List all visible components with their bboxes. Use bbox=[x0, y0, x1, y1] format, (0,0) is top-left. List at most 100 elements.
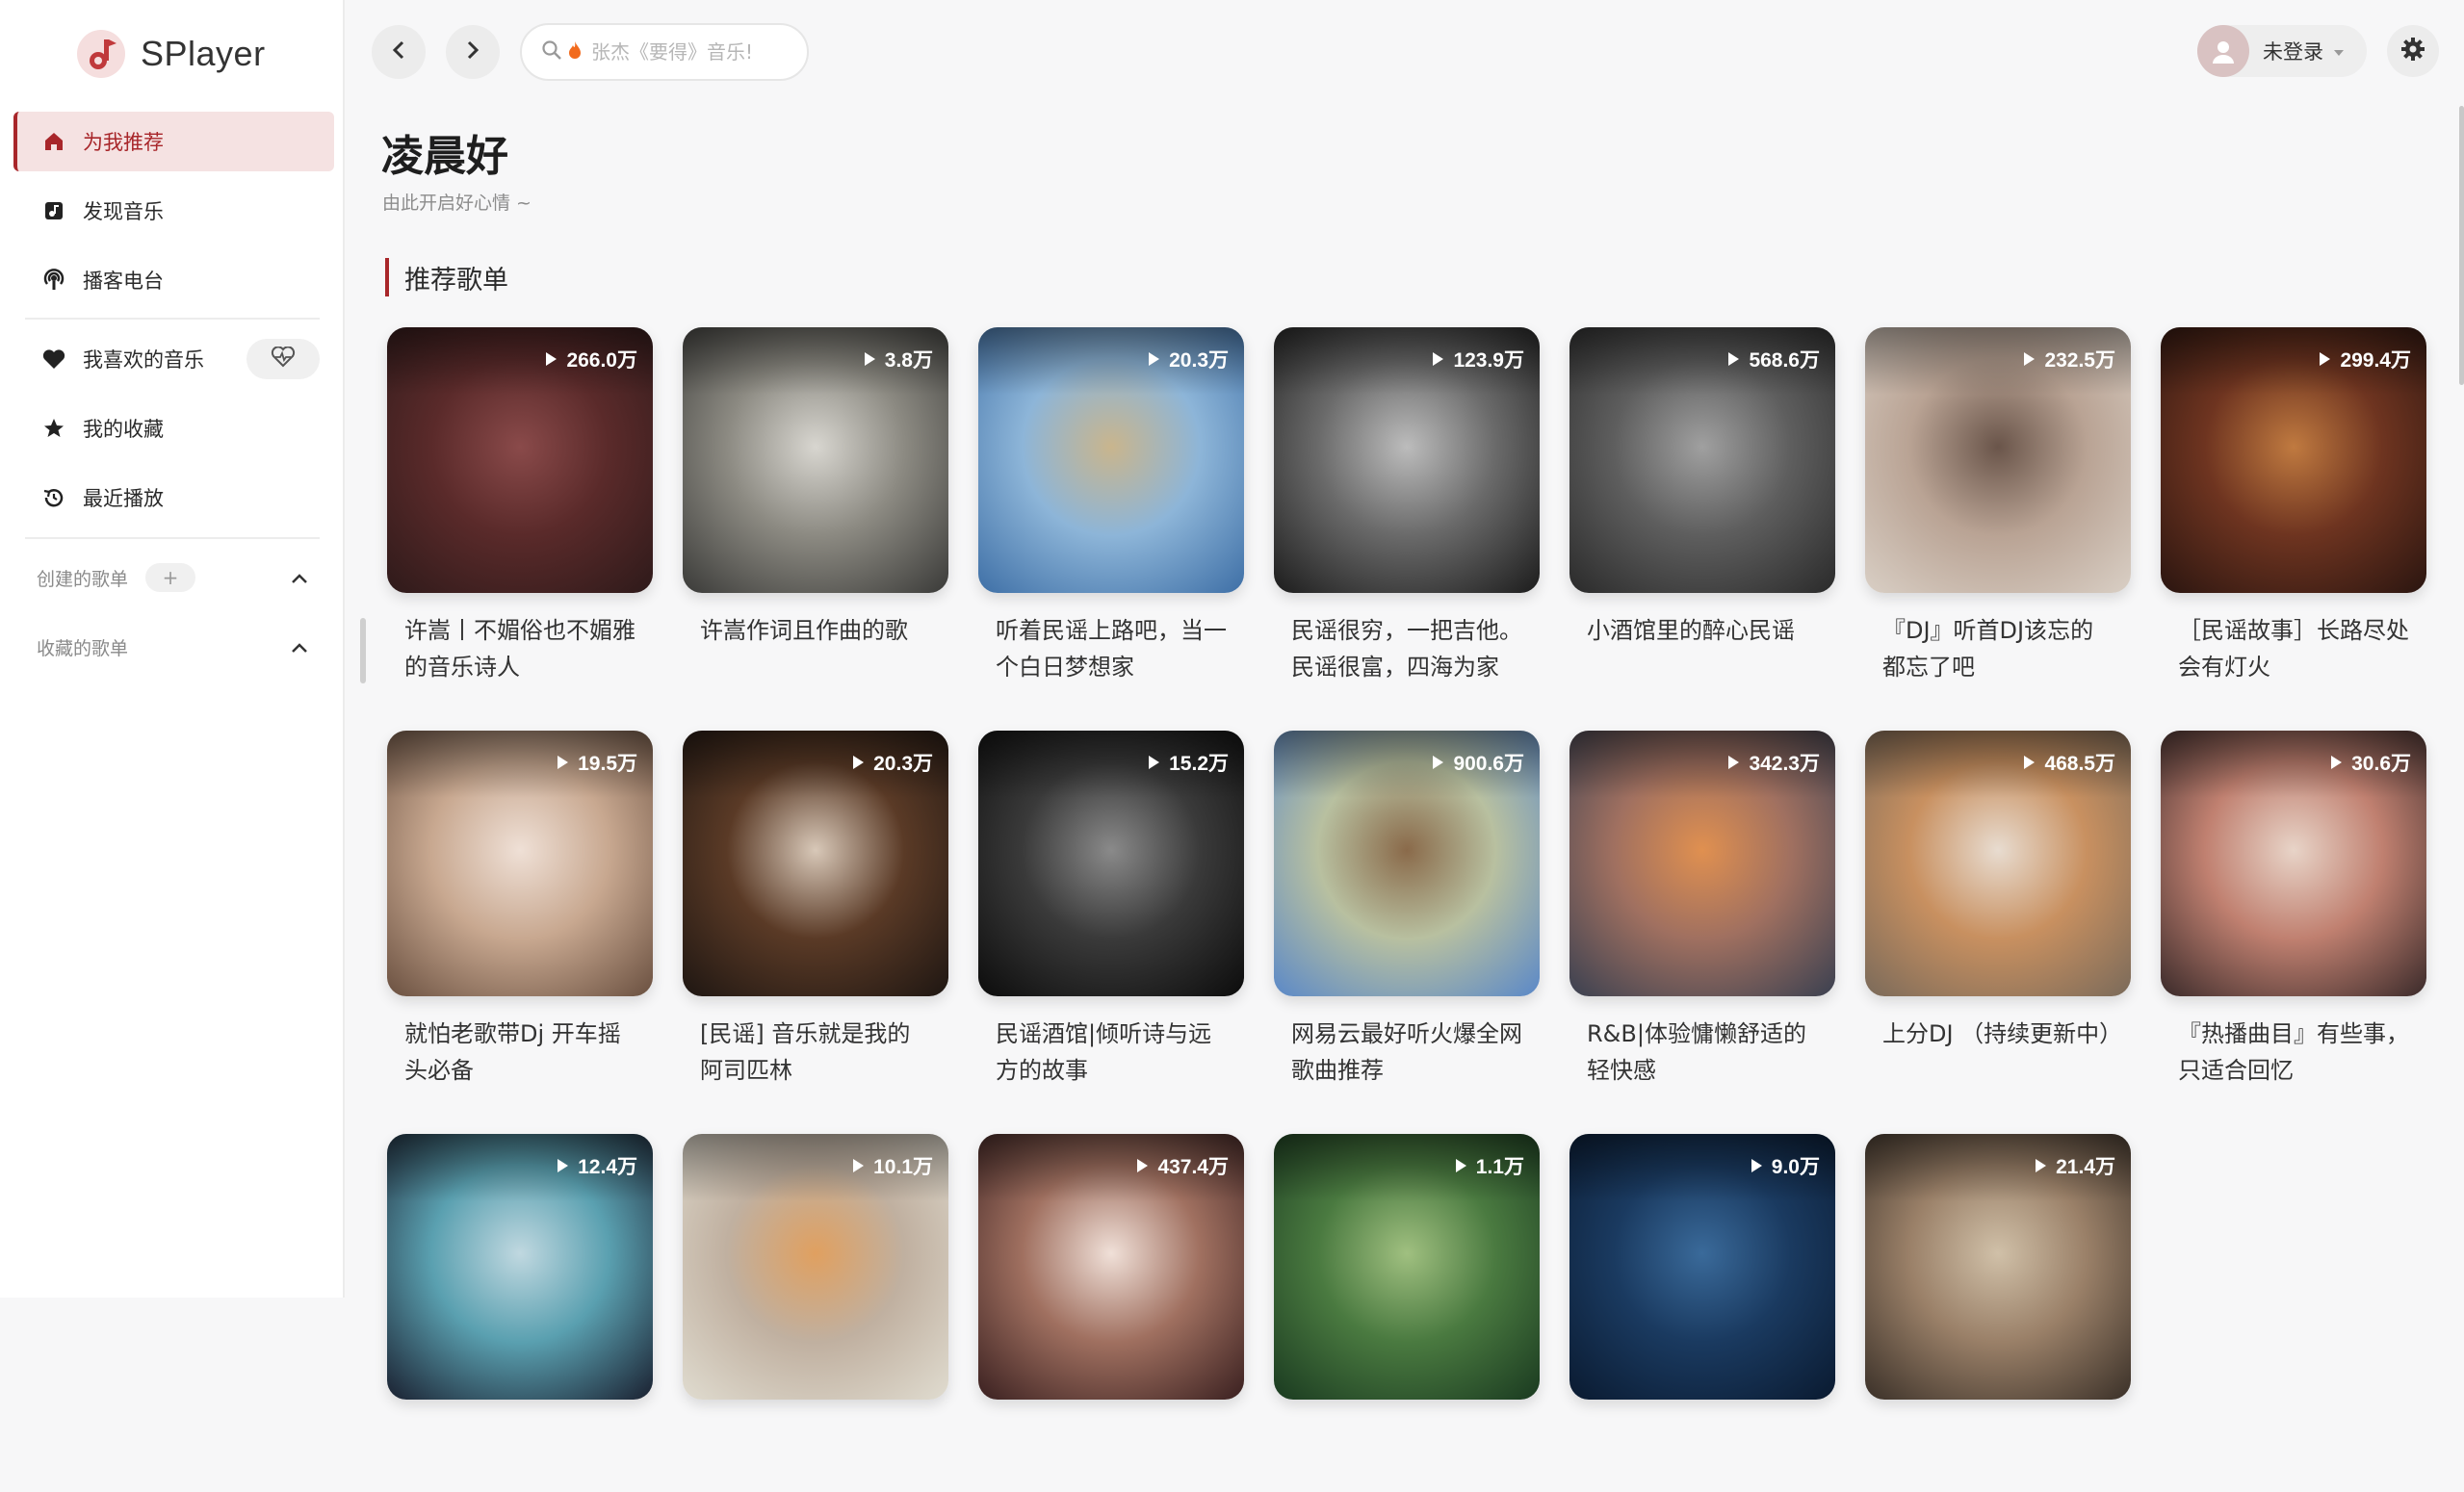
playlist-card[interactable]: 437.4万 bbox=[978, 1134, 1244, 1492]
playlist-cover[interactable]: 20.3万 bbox=[978, 327, 1244, 593]
play-count: 900.6万 bbox=[1433, 748, 1524, 777]
play-count-value: 9.0万 bbox=[1771, 1156, 1820, 1178]
caret-down-icon bbox=[2333, 42, 2345, 61]
playlist-title[interactable]: 小酒馆里的醉心民谣 bbox=[1569, 612, 1835, 685]
playlist-title[interactable]: 许嵩丨不媚俗也不媚雅的音乐诗人 bbox=[387, 612, 653, 685]
playlist-cover[interactable]: 19.5万 bbox=[387, 731, 653, 996]
chevron-left-icon bbox=[392, 39, 405, 64]
search-input[interactable] bbox=[591, 40, 784, 64]
play-count: 20.3万 bbox=[853, 748, 933, 777]
collected-playlists-header[interactable]: 收藏的歌单 bbox=[37, 628, 325, 666]
playlist-card[interactable]: 568.6万小酒馆里的醉心民谣 bbox=[1569, 327, 1835, 685]
heartbeat-mode-button[interactable] bbox=[246, 339, 320, 379]
play-icon bbox=[1137, 1159, 1149, 1172]
play-count: 3.8万 bbox=[864, 345, 933, 373]
playlist-card[interactable]: 123.9万民谣很穷，一把吉他。民谣很富，四海为家 bbox=[1274, 327, 1540, 685]
playlist-title[interactable]: 民谣酒馆|倾听诗与远方的故事 bbox=[978, 1016, 1244, 1089]
playlist-card[interactable]: 15.2万民谣酒馆|倾听诗与远方的故事 bbox=[978, 731, 1244, 1089]
playlist-title[interactable] bbox=[1274, 1419, 1540, 1492]
playlist-card[interactable]: 9.0万 bbox=[1569, 1134, 1835, 1492]
playlist-card[interactable]: 1.1万 bbox=[1274, 1134, 1540, 1492]
playlist-card[interactable]: 299.4万 ［民谣故事］长路尽处会有灯火 bbox=[2161, 327, 2426, 685]
playlist-title[interactable]: ［民谣故事］长路尽处会有灯火 bbox=[2161, 612, 2426, 685]
playlist-title[interactable]: 『热播曲目』有些事，只适合回忆 bbox=[2161, 1016, 2426, 1089]
playlist-card[interactable]: 232.5万『DJ』听首DJ该忘的都忘了吧 bbox=[1865, 327, 2131, 685]
playlist-title[interactable]: 上分DJ （持续更新中） bbox=[1865, 1016, 2131, 1089]
nav-item-discover[interactable]: 发现音乐 bbox=[13, 181, 334, 241]
user-menu-button[interactable]: 未登录 bbox=[2197, 25, 2367, 77]
playlist-cover[interactable]: 15.2万 bbox=[978, 731, 1244, 996]
nav-item-podcast[interactable]: 播客电台 bbox=[13, 250, 334, 310]
play-icon bbox=[1149, 352, 1160, 366]
playlist-cover[interactable]: 10.1万 bbox=[683, 1134, 948, 1400]
playlist-title[interactable]: 民谣很穷，一把吉他。民谣很富，四海为家 bbox=[1274, 612, 1540, 685]
playlist-card[interactable]: 10.1万 bbox=[683, 1134, 948, 1492]
nav-item-recommend[interactable]: 为我推荐 bbox=[13, 112, 334, 171]
play-count: 9.0万 bbox=[1751, 1151, 1820, 1180]
playlist-cover[interactable]: 12.4万 bbox=[387, 1134, 653, 1400]
playlist-title[interactable]: [民谣] 音乐就是我的阿司匹林 bbox=[683, 1016, 948, 1089]
playlist-card[interactable]: 342.3万 R&B|体验慵懒舒适的轻快感 bbox=[1569, 731, 1835, 1089]
play-count-value: 20.3万 bbox=[1169, 349, 1229, 372]
search-box[interactable] bbox=[520, 23, 809, 81]
playlist-title[interactable]: 许嵩作词且作曲的歌 bbox=[683, 612, 948, 685]
playlist-card[interactable]: 19.5万就怕老歌带Dj 开车摇头必备 bbox=[387, 731, 653, 1089]
main-scrollbar[interactable] bbox=[2459, 106, 2464, 385]
play-count-value: 232.5万 bbox=[2044, 349, 2115, 372]
playlist-card[interactable]: 3.8万许嵩作词且作曲的歌 bbox=[683, 327, 948, 685]
gear-icon bbox=[2400, 37, 2425, 65]
playlist-cover[interactable]: 299.4万 bbox=[2161, 327, 2426, 593]
settings-button[interactable] bbox=[2387, 25, 2439, 77]
playlist-card[interactable]: 20.3万听着民谣上路吧，当一个白日梦想家 bbox=[978, 327, 1244, 685]
playlist-cover[interactable]: 20.3万 bbox=[683, 731, 948, 996]
playlist-card[interactable]: 900.6万网易云最好听火爆全网歌曲推荐 bbox=[1274, 731, 1540, 1089]
section-label: 收藏的歌单 bbox=[37, 637, 129, 659]
playlist-title[interactable] bbox=[1865, 1419, 2131, 1492]
chevron-up-icon[interactable] bbox=[291, 568, 308, 589]
playlist-card[interactable]: 12.4万 bbox=[387, 1134, 653, 1492]
avatar bbox=[2197, 25, 2249, 77]
playlist-title[interactable] bbox=[683, 1419, 948, 1492]
playlist-card[interactable]: 266.0万许嵩丨不媚俗也不媚雅的音乐诗人 bbox=[387, 327, 653, 685]
playlist-title[interactable]: R&B|体验慵懒舒适的轻快感 bbox=[1569, 1016, 1835, 1089]
history-icon bbox=[40, 484, 67, 511]
playlist-card[interactable]: 21.4万 bbox=[1865, 1134, 2131, 1492]
playlist-cover[interactable]: 568.6万 bbox=[1569, 327, 1835, 593]
created-playlists-header[interactable]: 创建的歌单 + bbox=[37, 558, 325, 597]
playlist-cover[interactable]: 3.8万 bbox=[683, 327, 948, 593]
play-icon bbox=[1455, 1159, 1466, 1172]
add-playlist-button[interactable]: + bbox=[145, 563, 196, 592]
playlist-title[interactable] bbox=[387, 1419, 653, 1492]
chevron-up-icon[interactable] bbox=[291, 637, 308, 658]
play-icon bbox=[1728, 756, 1740, 769]
sidebar-resize-handle[interactable] bbox=[360, 618, 366, 683]
playlist-cover[interactable]: 123.9万 bbox=[1274, 327, 1540, 593]
playlist-card[interactable]: 30.6万『热播曲目』有些事，只适合回忆 bbox=[2161, 731, 2426, 1089]
playlist-card[interactable]: 20.3万 [民谣] 音乐就是我的阿司匹林 bbox=[683, 731, 948, 1089]
playlist-title[interactable] bbox=[978, 1419, 1244, 1492]
brand[interactable]: SPlayer bbox=[77, 23, 266, 85]
forward-button[interactable] bbox=[446, 25, 500, 79]
playlist-cover[interactable]: 9.0万 bbox=[1569, 1134, 1835, 1400]
nav-item-collection[interactable]: 我的收藏 bbox=[13, 399, 334, 458]
nav-item-history[interactable]: 最近播放 bbox=[13, 468, 334, 527]
playlist-title[interactable]: 听着民谣上路吧，当一个白日梦想家 bbox=[978, 612, 1244, 685]
playlist-title[interactable] bbox=[1569, 1419, 1835, 1492]
playlist-card[interactable]: 468.5万上分DJ （持续更新中） bbox=[1865, 731, 2131, 1089]
playlist-title[interactable]: 『DJ』听首DJ该忘的都忘了吧 bbox=[1865, 612, 2131, 685]
play-count: 299.4万 bbox=[2320, 345, 2411, 373]
playlist-title[interactable]: 就怕老歌带Dj 开车摇头必备 bbox=[387, 1016, 653, 1089]
back-button[interactable] bbox=[372, 25, 426, 79]
playlist-cover[interactable]: 1.1万 bbox=[1274, 1134, 1540, 1400]
playlist-cover[interactable]: 232.5万 bbox=[1865, 327, 2131, 593]
playlist-title[interactable]: 网易云最好听火爆全网歌曲推荐 bbox=[1274, 1016, 1540, 1089]
playlist-cover[interactable]: 266.0万 bbox=[387, 327, 653, 593]
playlist-cover[interactable]: 21.4万 bbox=[1865, 1134, 2131, 1400]
playlist-cover[interactable]: 468.5万 bbox=[1865, 731, 2131, 996]
play-count: 19.5万 bbox=[558, 748, 637, 777]
playlist-cover[interactable]: 342.3万 bbox=[1569, 731, 1835, 996]
playlist-cover[interactable]: 437.4万 bbox=[978, 1134, 1244, 1400]
play-count-value: 10.1万 bbox=[873, 1156, 933, 1178]
playlist-cover[interactable]: 900.6万 bbox=[1274, 731, 1540, 996]
playlist-cover[interactable]: 30.6万 bbox=[2161, 731, 2426, 996]
